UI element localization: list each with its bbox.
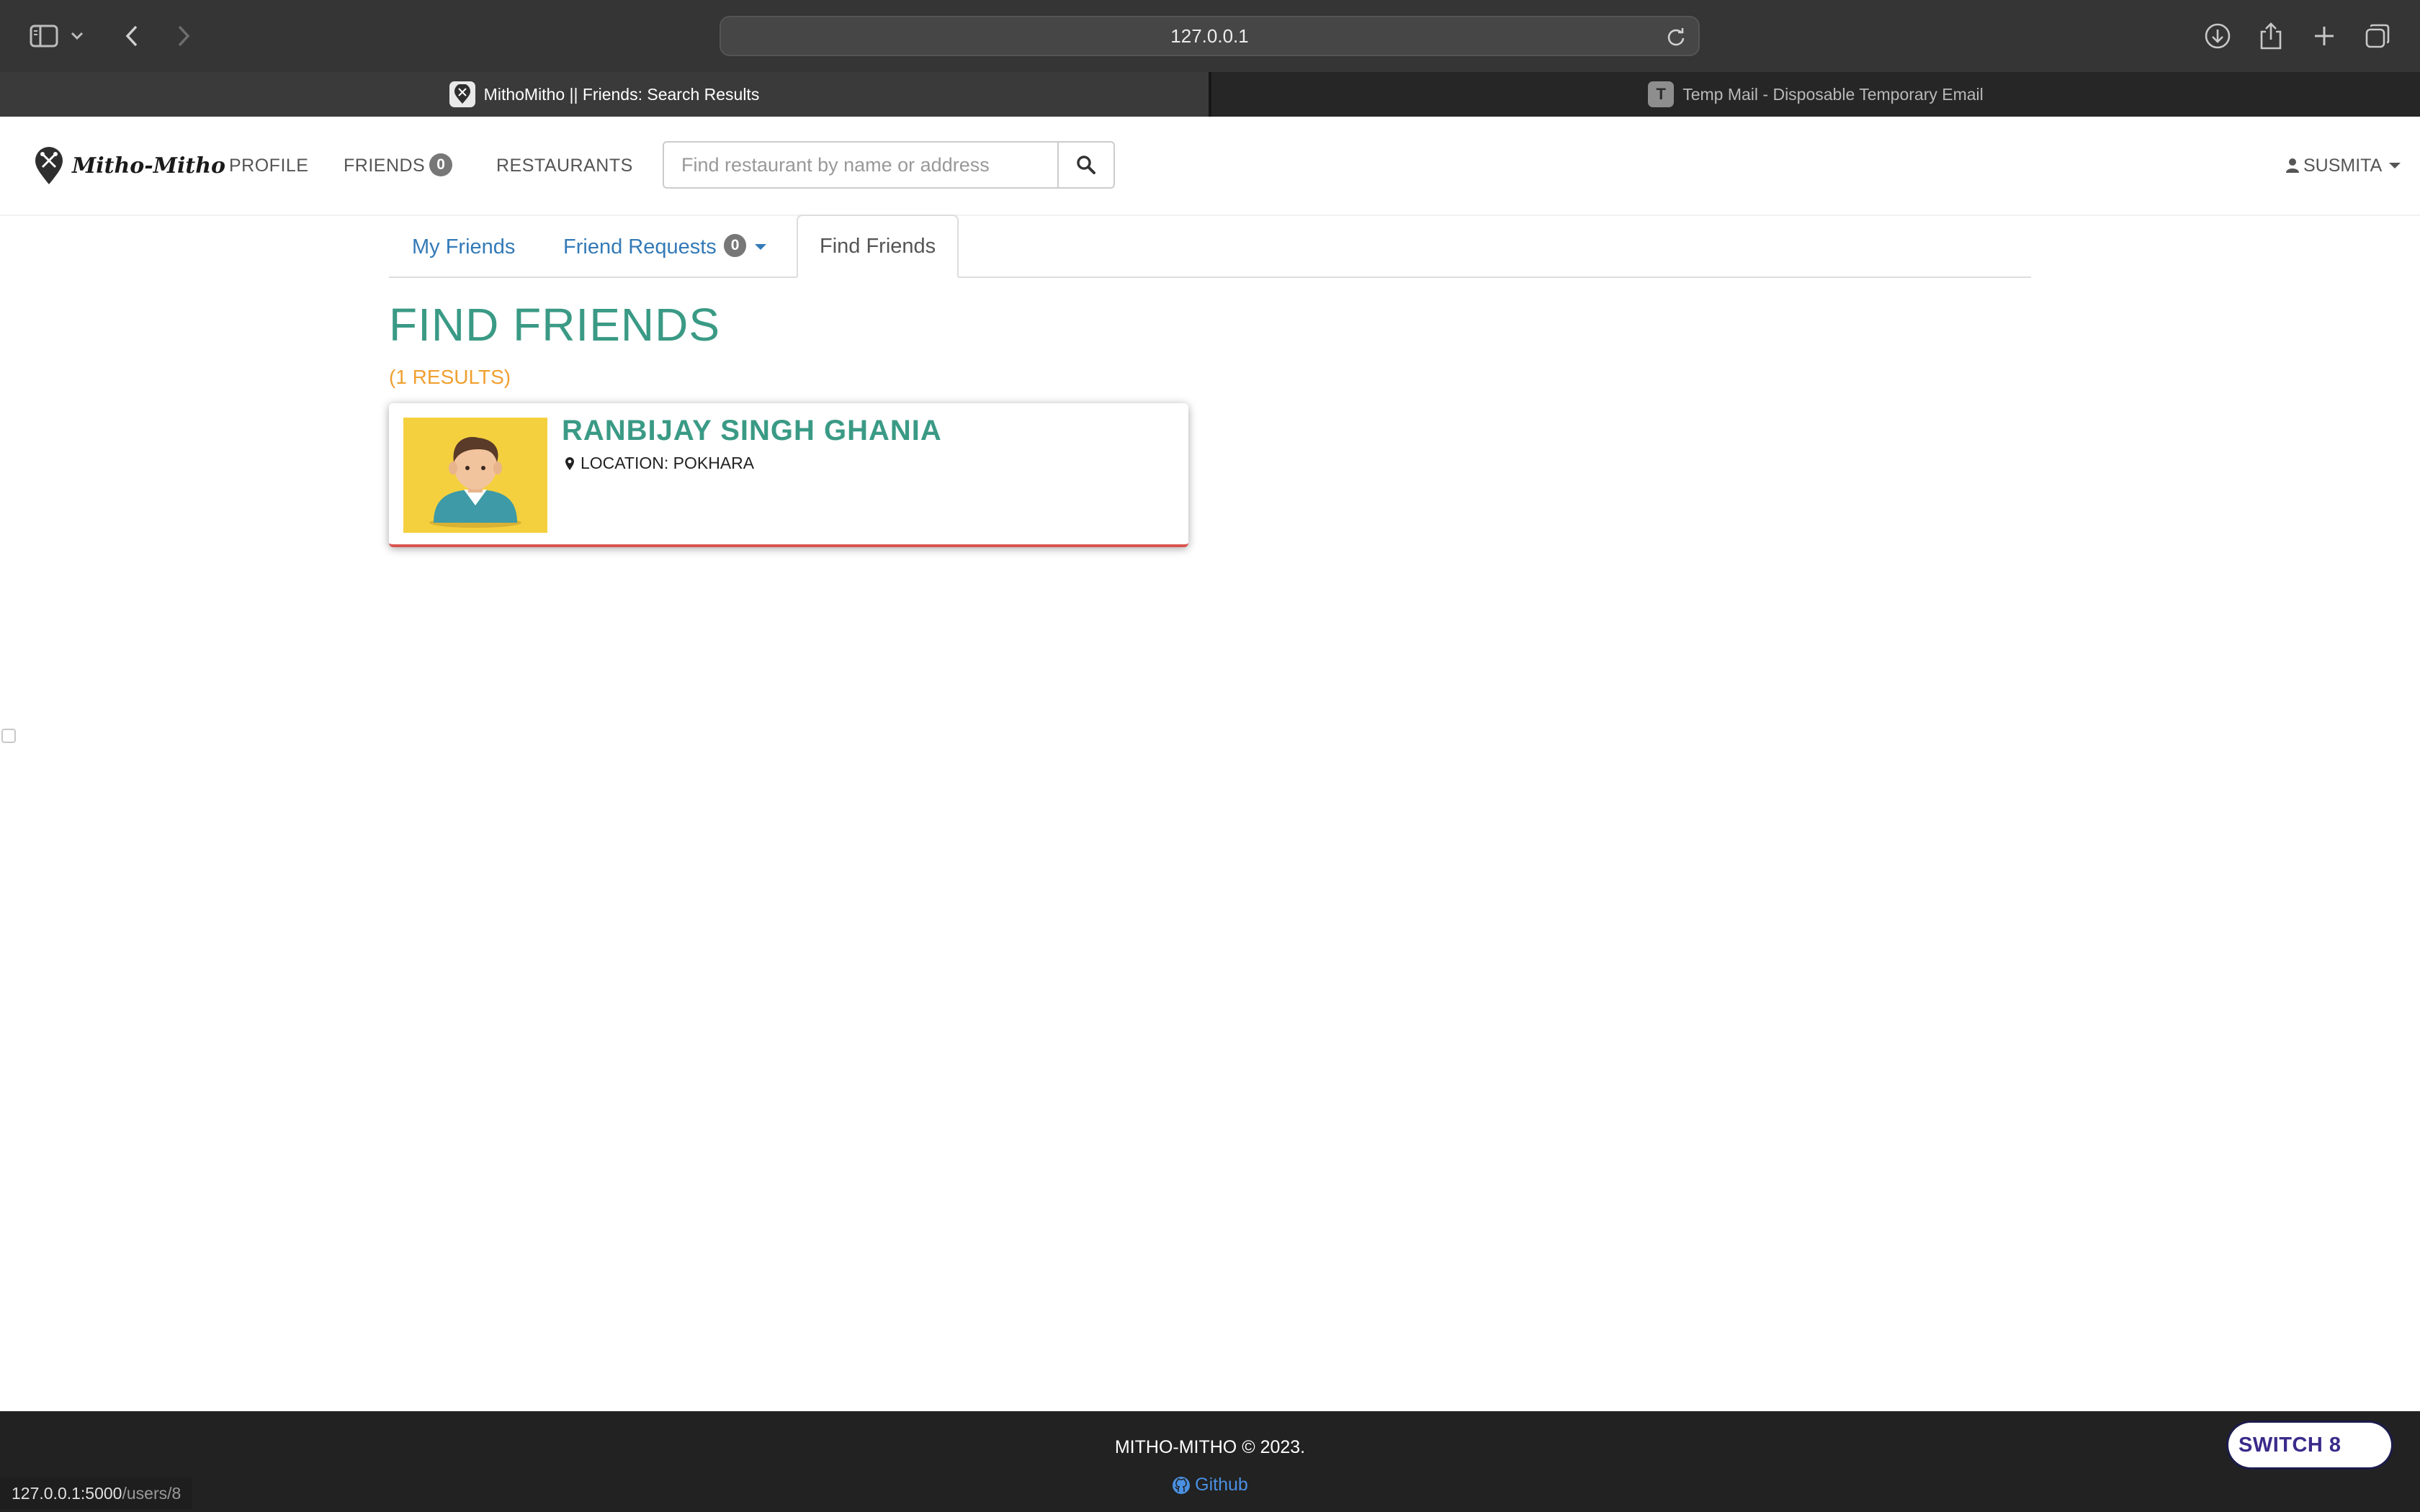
user-name: SUSMITA xyxy=(2303,156,2383,176)
status-bar-url: 127.0.0.1:5000/users/8 xyxy=(0,1477,193,1509)
github-icon xyxy=(1173,1476,1191,1494)
tab-friend-requests[interactable]: Friend Requests 0 xyxy=(542,216,788,278)
browser-tab-title: Temp Mail - Disposable Temporary Email xyxy=(1682,84,1984,104)
github-link-text: Github xyxy=(1195,1475,1248,1495)
tab-friend-requests-label: Friend Requests xyxy=(563,235,717,258)
tab-find-friends[interactable]: Find Friends xyxy=(797,215,959,278)
nav-profile-link[interactable]: PROFILE xyxy=(229,151,308,180)
reload-icon[interactable] xyxy=(1664,24,1688,49)
browser-tab-active[interactable]: MithoMitho || Friends: Search Results xyxy=(0,72,1209,117)
friend-result-card[interactable]: RANBIJAY SINGH GHANIA LOCATION: POKHARA xyxy=(389,403,1188,547)
person-avatar-icon xyxy=(429,436,521,528)
friend-requests-count-badge: 0 xyxy=(723,234,747,257)
browser-tab-title: MithoMitho || Friends: Search Results xyxy=(483,84,760,104)
chevron-down-icon[interactable] xyxy=(66,18,88,54)
friend-location: LOCATION: POKHARA xyxy=(565,454,754,473)
back-icon[interactable] xyxy=(114,18,150,54)
address-bar[interactable]: 127.0.0.1 xyxy=(720,16,1700,56)
new-tab-icon[interactable] xyxy=(2306,18,2342,54)
search-input[interactable] xyxy=(663,141,1059,189)
sidebar-toggle-icon[interactable] xyxy=(26,18,62,54)
tempmail-favicon-icon: T xyxy=(1648,81,1675,107)
search-icon xyxy=(1077,156,1095,174)
downloads-icon[interactable] xyxy=(2200,18,2236,54)
brand-logo[interactable]: Mitho-Mitho xyxy=(33,145,225,186)
caret-down-icon xyxy=(2389,163,2401,168)
nav-restaurants-link[interactable]: RESTAURANTS xyxy=(496,151,633,180)
tab-bar: MithoMitho || Friends: Search Results T … xyxy=(0,72,2420,117)
switch-button[interactable]: SWITCH 8 xyxy=(2228,1423,2391,1467)
brand-name: Mitho-Mitho xyxy=(72,153,226,179)
tab-overview-icon[interactable] xyxy=(2360,18,2396,54)
search-button[interactable] xyxy=(1057,141,1115,189)
friends-count-badge: 0 xyxy=(429,153,453,177)
site-navbar: Mitho-Mitho PROFILE FRIENDS 0 RESTAURANTS… xyxy=(0,117,2420,216)
address-text[interactable]: 127.0.0.1 xyxy=(721,17,1698,55)
status-url-path: /users/8 xyxy=(122,1484,182,1503)
restaurant-search xyxy=(663,141,1115,189)
results-count: (1 RESULTS) xyxy=(389,366,511,388)
avatar xyxy=(403,418,547,533)
friends-subnav: My Friends Friend Requests 0 Find Friend… xyxy=(389,215,2031,278)
github-link[interactable]: Github xyxy=(0,1475,2420,1495)
site-footer: MITHO-MITHO © 2023. Github xyxy=(0,1411,2420,1512)
brand-pin-icon xyxy=(35,147,63,184)
browser-toolbar: 127.0.0.1 xyxy=(0,0,2420,72)
caret-down-icon xyxy=(755,244,767,250)
nav-friends-link[interactable]: FRIENDS 0 xyxy=(344,151,453,180)
browser-tab-inactive[interactable]: T Temp Mail - Disposable Temporary Email xyxy=(1211,72,2420,117)
tab-my-friends[interactable]: My Friends xyxy=(390,216,537,278)
user-icon xyxy=(2286,158,2299,173)
share-icon[interactable] xyxy=(2253,18,2289,54)
user-menu-dropdown[interactable]: SUSMITA xyxy=(2286,151,2401,180)
nav-friends-label: FRIENDS xyxy=(344,156,426,176)
mithomitho-favicon-icon xyxy=(449,81,475,107)
status-url-host: 127.0.0.1:5000 xyxy=(12,1484,122,1503)
page-title: FIND FRIENDS xyxy=(389,299,720,351)
map-marker-icon xyxy=(565,456,574,470)
friend-name-link[interactable]: RANBIJAY SINGH GHANIA xyxy=(562,415,942,447)
friend-location-text: LOCATION: POKHARA xyxy=(581,454,755,472)
checkbox[interactable] xyxy=(1,729,16,743)
footer-copyright: MITHO-MITHO © 2023. xyxy=(1114,1437,1306,1457)
forward-icon[interactable] xyxy=(166,18,202,54)
